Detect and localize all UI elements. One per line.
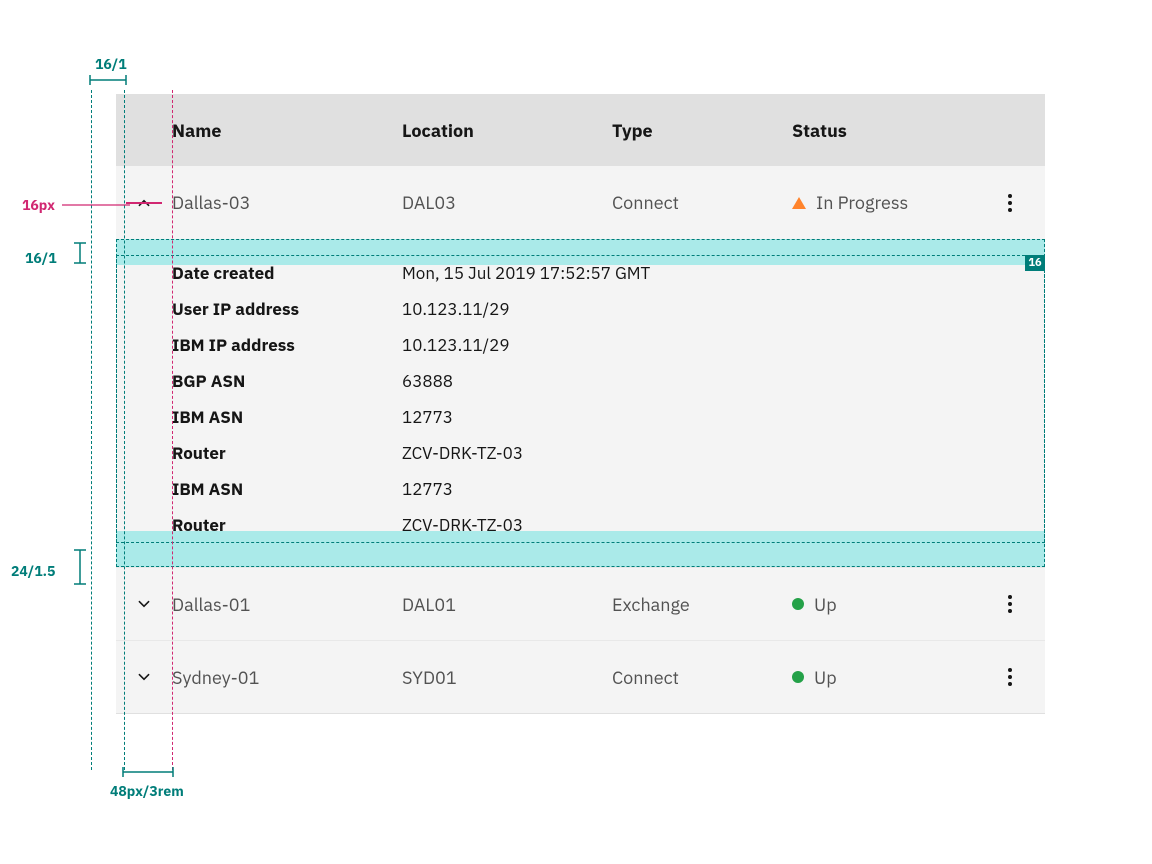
status-label: In Progress bbox=[816, 191, 908, 214]
col-header-name[interactable]: Name bbox=[172, 119, 402, 142]
col-header-location[interactable]: Location bbox=[402, 119, 612, 142]
spec-bracket-icon bbox=[73, 241, 89, 271]
cell-status: Up bbox=[792, 593, 992, 616]
overflow-menu-icon bbox=[1008, 194, 1012, 212]
cell-name: Sydney-01 bbox=[172, 666, 402, 689]
cell-type: Exchange bbox=[612, 593, 792, 616]
chevron-down-icon bbox=[135, 595, 153, 613]
spec-label: 24/1.5 bbox=[11, 562, 55, 580]
spec-leader-icon bbox=[62, 202, 130, 208]
overflow-menu-button[interactable] bbox=[992, 659, 1028, 695]
spec-label: 16/1 bbox=[25, 249, 57, 267]
col-header-type[interactable]: Type bbox=[612, 119, 792, 142]
spec-label: 48px/3rem bbox=[110, 782, 184, 800]
spec-guide bbox=[172, 90, 173, 770]
cell-status: Up bbox=[792, 666, 992, 689]
spec-guide bbox=[91, 90, 92, 770]
spec-badge: 16 bbox=[1025, 255, 1045, 271]
status-label: Up bbox=[814, 666, 837, 689]
cell-location: SYD01 bbox=[402, 666, 612, 689]
overflow-menu-button[interactable] bbox=[992, 185, 1028, 221]
chevron-down-icon bbox=[135, 668, 153, 686]
spec-label: 16px bbox=[22, 196, 55, 214]
col-header-status[interactable]: Status bbox=[792, 119, 992, 142]
spec-guide bbox=[124, 90, 125, 770]
overflow-menu-icon bbox=[1008, 668, 1012, 686]
status-label: Up bbox=[814, 593, 837, 616]
cell-name: Dallas-03 bbox=[172, 191, 402, 214]
table-row[interactable]: Dallas-01 DAL01 Exchange Up bbox=[116, 567, 1045, 640]
cell-location: DAL03 bbox=[402, 191, 612, 214]
spec-bracket-icon bbox=[121, 766, 177, 782]
table-row[interactable]: Dallas-03 DAL03 Connect In Progress bbox=[116, 166, 1045, 239]
spec-bracket-icon bbox=[88, 74, 128, 90]
overflow-menu-icon bbox=[1008, 595, 1012, 613]
cell-status: In Progress bbox=[792, 191, 992, 214]
status-ok-icon bbox=[792, 598, 804, 610]
spec-bracket-icon bbox=[73, 548, 89, 588]
spec-label: 16/1 bbox=[95, 55, 127, 73]
cell-location: DAL01 bbox=[402, 593, 612, 616]
data-table: Name Location Type Status Dallas-03 DAL0… bbox=[116, 94, 1045, 714]
cell-name: Dallas-01 bbox=[172, 593, 402, 616]
table-row[interactable]: Sydney-01 SYD01 Connect Up bbox=[116, 640, 1045, 713]
cell-type: Connect bbox=[612, 666, 792, 689]
expanded-panel: 16 Date createdMon, 15 Jul 2019 17:52:57… bbox=[116, 239, 1045, 567]
status-ok-icon bbox=[792, 671, 804, 683]
overflow-menu-button[interactable] bbox=[992, 586, 1028, 622]
cell-type: Connect bbox=[612, 191, 792, 214]
chevron-up-icon bbox=[135, 194, 153, 212]
warning-icon bbox=[792, 197, 806, 209]
table-header: Name Location Type Status bbox=[116, 94, 1045, 166]
